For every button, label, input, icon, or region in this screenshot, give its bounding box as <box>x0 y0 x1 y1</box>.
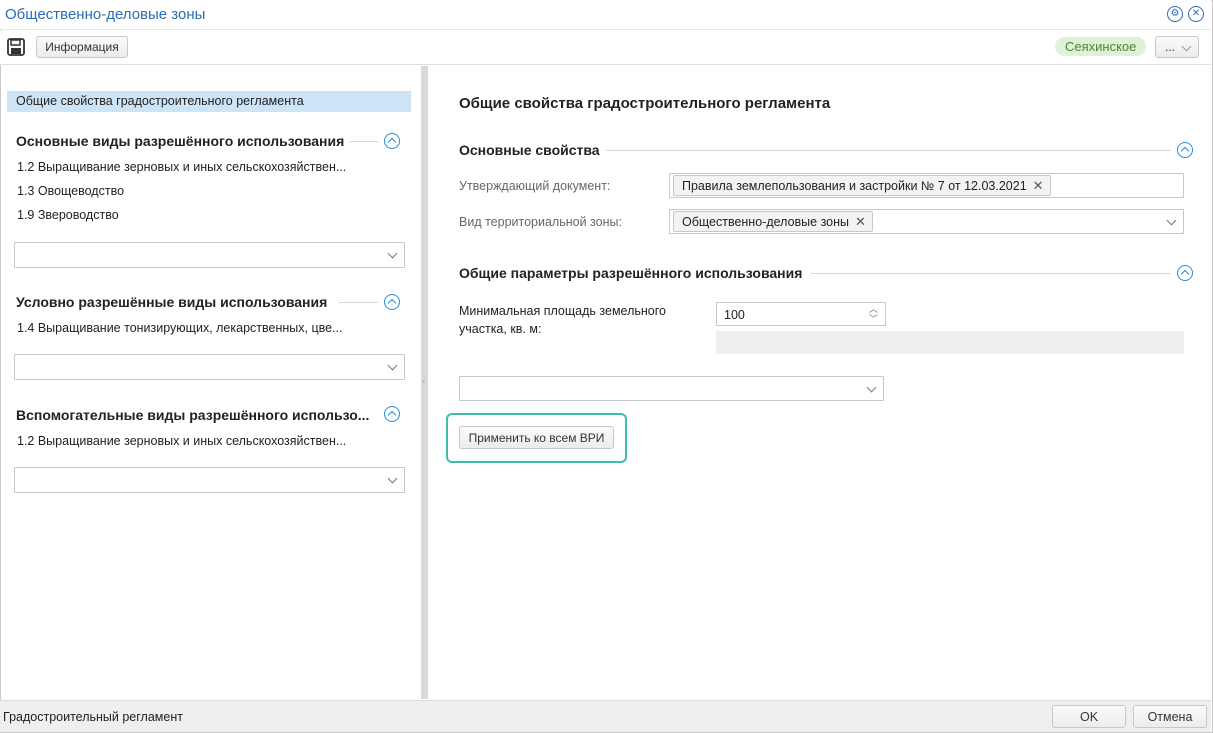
apply-to-all-button[interactable]: Применить ко всем ВРИ <box>459 426 614 449</box>
collapse-params-icon[interactable] <box>1177 265 1193 281</box>
settings-icon[interactable]: ⚙ <box>1167 6 1183 22</box>
chevron-down-icon <box>387 360 398 371</box>
add-main-use-select[interactable] <box>14 242 405 268</box>
chevron-down-icon <box>1166 215 1177 226</box>
collapse-basic-icon[interactable] <box>1177 142 1193 158</box>
collapse-auxiliary-uses-icon[interactable] <box>384 406 400 422</box>
ok-button[interactable]: OK <box>1052 705 1126 728</box>
list-item[interactable]: 1.4 Выращивание тонизирующих, лекарствен… <box>17 321 342 335</box>
section-divider <box>811 273 1171 274</box>
save-icon[interactable] <box>6 37 26 57</box>
chevron-left-icon[interactable]: ‹ <box>422 376 425 387</box>
list-item[interactable]: 1.3 Овощеводство <box>17 184 124 198</box>
section-basic-title: Основные свойства <box>459 142 600 158</box>
readonly-field <box>716 331 1184 354</box>
remove-tag-icon[interactable]: ✕ <box>855 214 866 229</box>
zone-tag: Общественно-деловые зоны ✕ <box>673 211 873 232</box>
min-area-stepper[interactable]: 100 ︿ ﹀ <box>716 302 886 326</box>
list-item[interactable]: 1.2 Выращивание зерновых и иных сельскох… <box>17 434 346 448</box>
region-badge: Сеяхинское <box>1055 37 1147 56</box>
list-item[interactable]: 1.2 Выращивание зерновых и иных сельскох… <box>17 160 346 174</box>
chevron-down-icon <box>387 473 398 484</box>
min-area-value: 100 <box>724 308 745 322</box>
list-item[interactable]: 1.9 Звероводство <box>17 208 119 222</box>
min-area-label-line1: Минимальная площадь земельного <box>459 304 666 318</box>
status-text: Градостроительный регламент <box>3 710 183 724</box>
section-params-title: Общие параметры разрешённого использован… <box>459 265 803 281</box>
doc-label: Утверждающий документ: <box>459 179 611 193</box>
info-button[interactable]: Информация <box>36 36 128 58</box>
chevron-down-icon <box>866 382 877 393</box>
chevron-down-icon <box>1181 41 1192 52</box>
section-divider <box>350 141 378 142</box>
stepper-down-icon[interactable]: ﹀ <box>869 314 878 324</box>
section-main-uses-title: Основные виды разрешённого использования <box>16 133 345 149</box>
document-tag: Правила землепользования и застройки № 7… <box>673 175 1051 196</box>
zone-label: Вид территориальной зоны: <box>459 215 622 229</box>
zone-tag-label: Общественно-деловые зоны <box>682 215 850 229</box>
section-divider <box>339 302 378 303</box>
window-title: Общественно-деловые зоны <box>5 6 206 23</box>
document-tag-label: Правила землепользования и застройки № 7… <box>682 179 1027 193</box>
remove-tag-icon[interactable]: ✕ <box>1033 178 1044 193</box>
title-bar: Общественно-деловые зоны ⚙ ✕ <box>0 0 1211 30</box>
section-conditional-uses-title: Условно разрешённые виды использования <box>16 294 328 310</box>
collapse-conditional-uses-icon[interactable] <box>384 294 400 310</box>
close-icon[interactable]: ✕ <box>1188 6 1204 22</box>
add-conditional-use-select[interactable] <box>14 354 405 380</box>
pane-splitter[interactable]: ‹ <box>421 66 428 699</box>
stepper-up-icon[interactable]: ︿ <box>869 304 878 314</box>
more-label: ... <box>1165 40 1176 54</box>
collapse-main-uses-icon[interactable] <box>384 133 400 149</box>
cancel-button[interactable]: Отмена <box>1133 705 1207 728</box>
toolbar <box>0 31 1211 65</box>
section-auxiliary-uses-title: Вспомогательные виды разрешённого исполь… <box>16 407 370 423</box>
use-type-select[interactable] <box>459 376 884 401</box>
page-title: Общие свойства градостроительного реглам… <box>459 95 831 112</box>
chevron-down-icon <box>387 248 398 259</box>
tree-item-general[interactable]: Общие свойства градостроительного реглам… <box>7 91 411 112</box>
add-auxiliary-use-select[interactable] <box>14 467 405 493</box>
min-area-label-line2: участка, кв. м: <box>459 322 542 336</box>
section-divider <box>606 150 1171 151</box>
more-button[interactable]: ... <box>1155 36 1199 58</box>
